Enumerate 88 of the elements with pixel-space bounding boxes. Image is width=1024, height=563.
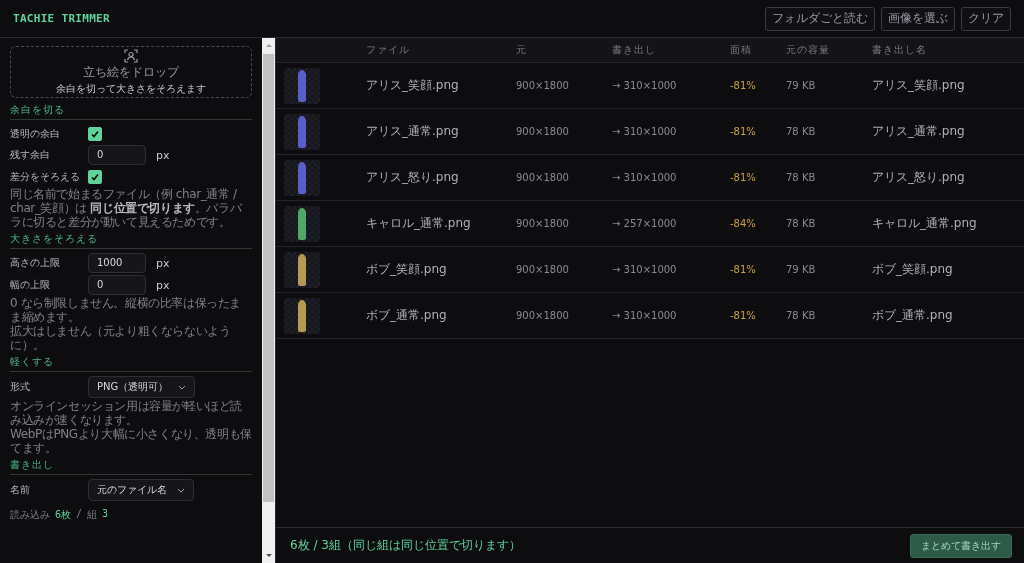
- toolbar-button[interactable]: 画像を選ぶ: [881, 6, 955, 31]
- help-text: 拡大はしません（元より粗くならないように）。: [10, 324, 232, 352]
- file-name-cell-text: アリス_笑顔.png: [872, 77, 966, 94]
- field-label: 幅の上限: [10, 278, 51, 292]
- table-cell-text: 79 KB: [786, 264, 817, 275]
- status-separator: /: [76, 508, 83, 521]
- table-cell-text: 79 KB: [786, 80, 817, 91]
- help-text: 同じ名前で始まるファイル（例 char_通常 / char_笑顔）は 同じ位置で切ります。バラバラに切ると差分が動いて見えるためです。: [10, 187, 243, 229]
- number-field[interactable]: 0: [88, 145, 146, 165]
- status-label: 組: [87, 508, 98, 522]
- drop-subtitle: 余白を切って大きさをそろえます: [56, 81, 206, 96]
- unit-label: px: [156, 278, 170, 292]
- field-label: 透明の余白: [10, 126, 61, 141]
- select-value: PNG（透明可）: [97, 380, 169, 394]
- export-button[interactable]: まとめて書き出す: [910, 533, 1012, 558]
- column-header: ファイル: [366, 43, 411, 57]
- select-field[interactable]: 元のファイル名: [88, 479, 194, 501]
- checkbox[interactable]: [88, 169, 102, 184]
- file-name-cell-text: キャロル_通常.png: [872, 215, 978, 232]
- toolbar-button[interactable]: フォルダごと読む: [765, 6, 875, 31]
- select-value: 元のファイル名: [97, 483, 167, 497]
- table-cell-text: 900×1800: [516, 264, 570, 275]
- table-cell-text: -81%: [730, 172, 757, 183]
- table-cell-text: → 257×1000: [612, 218, 678, 229]
- column-header: 元の容量: [786, 43, 831, 57]
- table-cell-text: 900×1800: [516, 218, 570, 229]
- table-cell-text: -84%: [730, 218, 757, 229]
- file-name-cell-text: アリス_通常.png: [872, 123, 966, 140]
- status-label: 読み込み: [10, 508, 50, 522]
- table-cell-text: 78 KB: [786, 310, 817, 321]
- select-field[interactable]: PNG（透明可）: [88, 376, 196, 398]
- number-field[interactable]: 1000: [88, 253, 146, 273]
- chevron-down-icon: [177, 487, 185, 493]
- status-count: 6枚: [55, 508, 72, 522]
- section-heading: 書き出し: [10, 458, 252, 475]
- table-cell-text: 900×1800: [516, 126, 570, 137]
- table-cell-text: 78 KB: [786, 126, 817, 137]
- table-cell-text: 900×1800: [516, 172, 570, 183]
- file-name-cell-text: キャロル_通常.png: [366, 215, 472, 232]
- file-name-cell-text: ボブ_笑顔.png: [872, 261, 954, 278]
- table-cell-text: -81%: [730, 310, 757, 321]
- table-cell-text: → 310×1000: [612, 264, 678, 275]
- column-header: 元: [516, 43, 528, 57]
- table-cell-text: -81%: [730, 264, 757, 275]
- file-name-cell-text: ボブ_笑顔.png: [366, 261, 448, 278]
- chevron-down-icon: [178, 384, 187, 390]
- app-title: TACHIE TRIMMER: [13, 12, 110, 25]
- field-label: 差分をそろえる: [10, 169, 81, 184]
- drop-zone[interactable]: 立ち絵をドロップ 余白を切って大きさをそろえます: [10, 46, 252, 98]
- section-heading: 軽くする: [10, 355, 252, 372]
- column-header: 面積: [730, 43, 753, 57]
- summary-text: 6枚 / 3組（同じ組は同じ位置で切ります）: [290, 537, 521, 554]
- field-label: 形式: [10, 380, 31, 394]
- file-name-cell-text: アリス_怒り.png: [872, 169, 966, 186]
- scrollbar-thumb[interactable]: [263, 54, 274, 502]
- drop-title: 立ち絵をドロップ: [83, 63, 179, 81]
- table-cell-text: → 310×1000: [612, 172, 678, 183]
- file-name-cell-text: アリス_笑顔.png: [366, 77, 460, 94]
- help-text: WebPはPNGより大幅に小さくなり、透明も保てます。: [10, 427, 252, 455]
- checkbox[interactable]: [88, 126, 102, 141]
- file-name-cell-text: アリス_通常.png: [366, 123, 460, 140]
- section-heading: 大きさをそろえる: [10, 232, 252, 249]
- table-cell-text: 78 KB: [786, 218, 817, 229]
- table-cell-text: → 310×1000: [612, 126, 678, 137]
- field-label: 高さの上限: [10, 256, 61, 270]
- table-cell-text: 900×1800: [516, 310, 570, 321]
- help-text: オンラインセッション用は容量が軽いほど読み込みが速くなります。: [10, 399, 243, 427]
- table-cell-text: -81%: [730, 80, 757, 91]
- status-count: 3: [102, 508, 109, 521]
- person-focus-icon: [124, 48, 138, 63]
- column-header: 書き出し名: [872, 43, 928, 57]
- field-label: 名前: [10, 483, 31, 497]
- table-cell-text: 78 KB: [786, 172, 817, 183]
- table-cell-text: → 310×1000: [612, 310, 678, 321]
- unit-label: px: [156, 256, 170, 270]
- table-cell-text: → 310×1000: [612, 80, 678, 91]
- field-label: 残す余白: [10, 148, 51, 162]
- toolbar-button[interactable]: クリア: [961, 6, 1011, 31]
- number-field[interactable]: 0: [88, 275, 146, 295]
- column-header: 書き出し: [612, 43, 657, 57]
- table-cell-text: 900×1800: [516, 80, 570, 91]
- table-cell-text: -81%: [730, 126, 757, 137]
- file-name-cell-text: ボブ_通常.png: [366, 307, 448, 324]
- file-name-cell-text: ボブ_通常.png: [872, 307, 954, 324]
- unit-label: px: [156, 148, 170, 162]
- section-heading: 余白を切る: [10, 103, 252, 120]
- file-name-cell-text: アリス_怒り.png: [366, 169, 460, 186]
- help-text: 0 なら制限しません。縦横の比率は保ったまま縮めます。: [10, 296, 243, 324]
